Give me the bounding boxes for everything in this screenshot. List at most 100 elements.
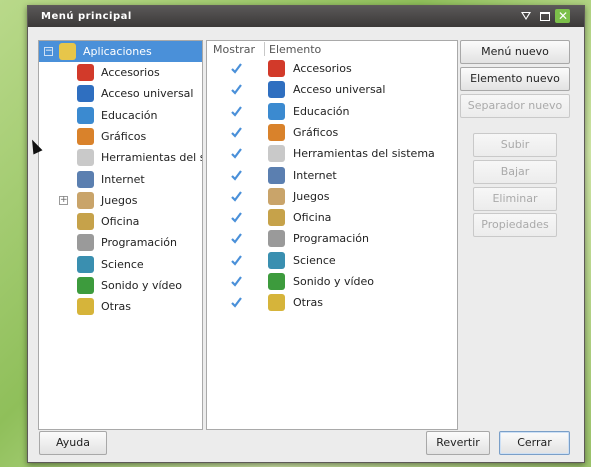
tree-item[interactable]: + Juegos <box>39 190 202 211</box>
list-row[interactable]: Gráficos <box>207 122 457 143</box>
tree-item-label: Educación <box>101 108 158 122</box>
move-up-button[interactable]: Subir <box>473 133 557 157</box>
system-tools-icon <box>268 145 285 163</box>
games-icon <box>77 191 94 209</box>
category-tree[interactable]: − Aplicaciones Accesorios Acceso universa… <box>38 40 203 430</box>
new-menu-button[interactable]: Menú nuevo <box>460 40 570 64</box>
tree-item-label: Accesorios <box>101 66 160 79</box>
delete-button[interactable]: Eliminar <box>473 187 557 211</box>
tree-item-label: Herramientas del s <box>101 151 203 165</box>
tree-item-label: Science <box>101 257 144 271</box>
tree-item[interactable]: Sonido y vídeo <box>39 275 202 296</box>
tree-item[interactable]: Accesorios <box>39 62 202 83</box>
list-row[interactable]: Otras <box>207 292 457 313</box>
tree-item[interactable]: Gráficos <box>39 126 202 147</box>
list-row[interactable]: Acceso universal <box>207 79 457 100</box>
tree-item-label: Gráficos <box>101 129 147 143</box>
accessories-icon <box>77 64 94 81</box>
office-icon <box>77 213 94 231</box>
expand-icon[interactable]: + <box>59 195 68 205</box>
games-icon <box>268 187 285 205</box>
list-row[interactable]: Educación <box>207 101 457 122</box>
tree-item-label: Sonido y vídeo <box>101 279 183 292</box>
new-item-button[interactable]: Elemento nuevo <box>460 67 570 91</box>
show-checkbox[interactable] <box>231 191 242 202</box>
list-row[interactable]: Herramientas del sistema <box>207 143 457 164</box>
tree-item-applications[interactable]: − Aplicaciones <box>39 41 202 62</box>
other-icon <box>77 298 94 316</box>
sound-video-icon <box>268 273 285 290</box>
show-checkbox[interactable] <box>231 255 242 266</box>
accessories-icon <box>268 60 285 77</box>
item-label: Herramientas del sistema <box>293 147 435 161</box>
item-label: Educación <box>293 104 350 118</box>
item-label: Accesorios <box>293 62 352 75</box>
item-label: Science <box>293 253 336 267</box>
close-button[interactable]: Cerrar <box>499 431 570 455</box>
graphics-icon <box>77 127 94 145</box>
window-menu-button[interactable] <box>519 9 534 23</box>
universal-access-icon <box>268 81 285 99</box>
dropdown-icon <box>521 12 531 20</box>
title-bar[interactable]: Menú principal ✕ <box>28 6 584 27</box>
show-checkbox[interactable] <box>231 297 242 308</box>
tree-item[interactable]: Oficina <box>39 211 202 232</box>
applications-icon <box>59 43 76 60</box>
education-icon <box>268 102 285 120</box>
list-row[interactable]: Programación <box>207 228 457 249</box>
tree-item[interactable]: Herramientas del s <box>39 147 202 168</box>
tree-item[interactable]: Programación <box>39 232 202 253</box>
show-checkbox[interactable] <box>231 84 242 95</box>
education-icon <box>77 106 94 124</box>
programming-icon <box>268 230 285 248</box>
maximize-icon <box>540 12 550 21</box>
tree-root-label: Aplicaciones <box>83 45 152 58</box>
revert-button[interactable]: Revertir <box>426 431 490 455</box>
show-checkbox[interactable] <box>231 212 242 223</box>
list-row[interactable]: Science <box>207 250 457 271</box>
other-icon <box>268 294 285 312</box>
move-down-button[interactable]: Bajar <box>473 160 557 184</box>
system-tools-icon <box>77 149 94 167</box>
show-checkbox[interactable] <box>231 169 242 181</box>
sound-video-icon <box>77 277 94 294</box>
close-window-button[interactable]: ✕ <box>555 9 570 23</box>
menu-items-list[interactable]: Mostrar Elemento Accesorios Acceso univer… <box>206 40 458 430</box>
list-row[interactable]: Juegos <box>207 186 457 207</box>
main-menu-window: Menú principal ✕ − Aplicaciones Accesori… <box>27 5 585 463</box>
tree-item[interactable]: Internet <box>39 169 202 190</box>
item-label: Internet <box>293 168 337 182</box>
show-checkbox[interactable] <box>231 148 242 159</box>
tree-item[interactable]: Acceso universal <box>39 83 202 104</box>
column-header-show[interactable]: Mostrar <box>213 43 255 56</box>
tree-item-label: Otras <box>101 300 131 314</box>
tree-item-label: Juegos <box>101 193 138 207</box>
properties-button[interactable]: Propiedades <box>473 213 557 237</box>
item-label: Oficina <box>293 211 332 225</box>
close-icon: ✕ <box>558 9 569 23</box>
column-header-item[interactable]: Elemento <box>269 43 321 56</box>
maximize-button[interactable] <box>537 9 552 23</box>
list-row[interactable]: Sonido y vídeo <box>207 271 457 292</box>
show-checkbox[interactable] <box>231 276 242 287</box>
internet-icon <box>268 166 285 184</box>
tree-item-label: Programación <box>101 236 177 250</box>
list-row[interactable]: Internet <box>207 165 457 186</box>
new-separator-button[interactable]: Separador nuevo <box>460 94 570 118</box>
list-row[interactable]: Oficina <box>207 207 457 228</box>
item-label: Gráficos <box>293 125 339 139</box>
help-button[interactable]: Ayuda <box>39 431 107 455</box>
show-checkbox[interactable] <box>231 63 242 74</box>
internet-icon <box>77 170 94 188</box>
list-row[interactable]: Accesorios <box>207 58 457 79</box>
column-divider <box>264 42 265 56</box>
collapse-icon[interactable]: − <box>44 47 53 56</box>
show-checkbox[interactable] <box>231 233 242 245</box>
show-checkbox[interactable] <box>231 127 242 138</box>
office-icon <box>268 209 285 227</box>
show-checkbox[interactable] <box>231 105 242 117</box>
tree-item[interactable]: Science <box>39 254 202 275</box>
tree-item[interactable]: Otras <box>39 296 202 317</box>
graphics-icon <box>268 123 285 141</box>
tree-item[interactable]: Educación <box>39 105 202 126</box>
